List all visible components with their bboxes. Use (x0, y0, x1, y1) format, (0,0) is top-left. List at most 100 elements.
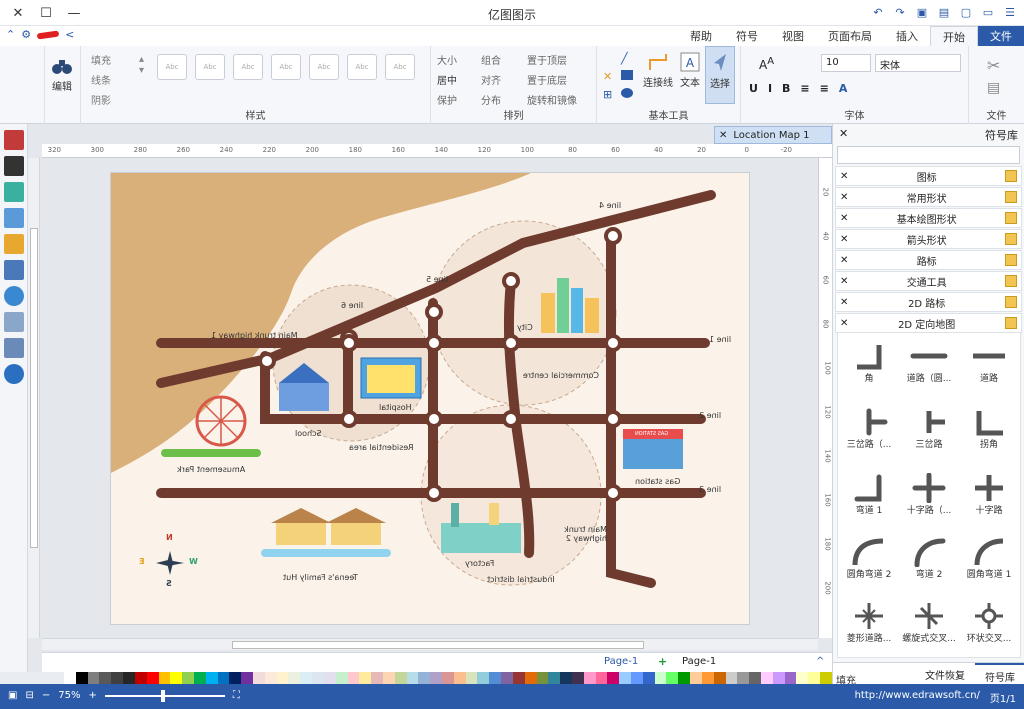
color-swatch[interactable] (737, 672, 750, 684)
open-icon[interactable]: ▢ (958, 4, 974, 20)
color-swatch[interactable] (524, 672, 537, 684)
color-swatch[interactable] (75, 672, 88, 684)
color-swatch[interactable] (489, 672, 502, 684)
color-swatch[interactable] (512, 672, 525, 684)
style-preset-4[interactable]: Abc (271, 54, 301, 80)
clipboard-icon[interactable]: ✂ (987, 56, 1000, 75)
page-icon[interactable] (4, 260, 24, 280)
color-swatch[interactable] (205, 672, 218, 684)
redo-icon[interactable]: ↷ (892, 4, 908, 20)
shape-item[interactable]: 拐角 (960, 403, 1018, 465)
ellipse-shape-icon[interactable] (621, 88, 633, 98)
color-swatch[interactable] (690, 672, 702, 684)
italic-icon[interactable]: I (768, 82, 772, 95)
print-icon[interactable]: ▣ (914, 4, 930, 20)
distribute-button[interactable]: 分布 (481, 92, 501, 107)
color-swatch[interactable] (808, 672, 820, 684)
tab-view[interactable]: 视图 (770, 26, 816, 46)
bold-icon[interactable]: B (782, 82, 790, 95)
library-item[interactable]: ✕ 图标 (835, 166, 1022, 186)
page-tab-1[interactable]: Page-1 (682, 656, 716, 667)
color-swatch[interactable] (701, 672, 714, 684)
color-swatch[interactable] (713, 672, 726, 684)
tab-page-layout[interactable]: 页面布局 (816, 26, 884, 46)
shape-item[interactable]: 道路（圆... (900, 337, 958, 399)
style-preset-3[interactable]: Abc (309, 54, 339, 80)
color-swatch[interactable] (560, 672, 572, 684)
settings-gear-icon[interactable]: ⚙ (21, 28, 31, 41)
color-swatch[interactable] (760, 672, 773, 684)
share-icon[interactable]: < (65, 28, 74, 41)
new-icon[interactable]: ▭ (980, 4, 996, 20)
close-document-icon[interactable]: ✕ (719, 130, 727, 141)
color-swatch[interactable] (442, 672, 454, 684)
comment-icon[interactable] (4, 338, 24, 358)
panel-close-icon[interactable]: ✕ (839, 127, 848, 141)
shape-item[interactable]: 十字路 (960, 469, 1018, 531)
color-swatch[interactable] (642, 672, 655, 684)
tab-home[interactable]: 开始 (930, 26, 978, 46)
library-item[interactable]: ✕ 路标 (835, 250, 1022, 270)
color-swatch[interactable] (323, 672, 336, 684)
shape-item[interactable]: 弯道 2 (900, 533, 958, 595)
library-item[interactable]: ✕ 基本绘图形状 (835, 208, 1022, 228)
library-item[interactable]: ✕ 箭头形状 (835, 229, 1022, 249)
shape-item[interactable]: 螺旋式交叉... (900, 597, 958, 659)
color-swatch[interactable] (749, 672, 761, 684)
globe-icon[interactable] (4, 286, 24, 306)
color-swatch[interactable] (241, 672, 253, 684)
color-swatch[interactable] (134, 672, 147, 684)
font-name-combo[interactable]: 宋体 (875, 54, 961, 72)
color-swatch[interactable] (536, 672, 549, 684)
font-size-combo[interactable]: 10 (821, 54, 871, 72)
bring-to-front-button[interactable]: 置于顶层 (527, 52, 567, 67)
color-swatch[interactable] (548, 672, 561, 684)
shape-item[interactable]: 角 (840, 337, 898, 399)
color-swatch[interactable] (99, 672, 112, 684)
horizontal-scrollbar[interactable] (42, 638, 818, 650)
color-swatch[interactable] (276, 672, 289, 684)
page-nav-icon[interactable]: ^ (816, 656, 824, 667)
format-painter-icon[interactable] (4, 130, 24, 150)
color-swatch[interactable] (217, 672, 230, 684)
point-tool-icon[interactable]: ✕ (603, 70, 612, 83)
zoom-slider-knob[interactable] (160, 689, 165, 702)
color-swatch[interactable] (382, 672, 395, 684)
color-swatch[interactable] (666, 672, 679, 684)
line-button[interactable]: 线条 (91, 72, 111, 87)
color-swatch[interactable] (772, 672, 785, 684)
color-swatch[interactable] (123, 672, 135, 684)
line-style-icon[interactable] (4, 156, 24, 176)
fill-button[interactable]: 填充 (91, 52, 111, 67)
style-preset-1[interactable]: Abc (385, 54, 415, 80)
zoom-in-icon[interactable]: + (88, 690, 96, 701)
color-swatch[interactable] (300, 672, 313, 684)
collapse-ribbon-icon[interactable]: ⌃ (6, 28, 15, 41)
shape-item[interactable]: 圆角弯道 2 (840, 533, 898, 595)
color-swatch[interactable] (312, 672, 324, 684)
tab-file-recovery[interactable]: 文件恢复 (915, 663, 975, 684)
document-tab[interactable]: ✕ Location Map 1 (714, 126, 832, 144)
tab-file[interactable]: 文件 (978, 26, 1024, 46)
color-swatch[interactable] (784, 672, 797, 684)
undo-icon[interactable]: ↶ (870, 4, 886, 20)
color-swatch[interactable] (146, 672, 159, 684)
shadow-button[interactable]: 阴影 (91, 92, 111, 107)
color-swatch[interactable] (347, 672, 360, 684)
color-swatch[interactable] (820, 672, 832, 684)
color-swatch[interactable] (418, 672, 431, 684)
size-button[interactable]: 大小 (437, 52, 457, 67)
edit-button[interactable]: 编辑 (47, 50, 77, 108)
shape-item[interactable]: 十字路（... (900, 469, 958, 531)
select-tool-button[interactable]: 选择 (705, 46, 735, 104)
rect-shape-icon[interactable] (621, 70, 633, 80)
color-swatch[interactable] (406, 672, 419, 684)
protect-button[interactable]: 保护 (437, 92, 457, 107)
tab-symbols[interactable]: 符号 (724, 26, 770, 46)
color-swatch[interactable] (465, 672, 478, 684)
fullscreen-icon[interactable]: ⛶ (233, 690, 240, 701)
fit-width-icon[interactable]: ⊟ (25, 690, 33, 701)
shape-item[interactable]: 弯道 1 (840, 469, 898, 531)
tab-insert[interactable]: 插入 (884, 26, 930, 46)
color-swatch[interactable] (607, 672, 620, 684)
